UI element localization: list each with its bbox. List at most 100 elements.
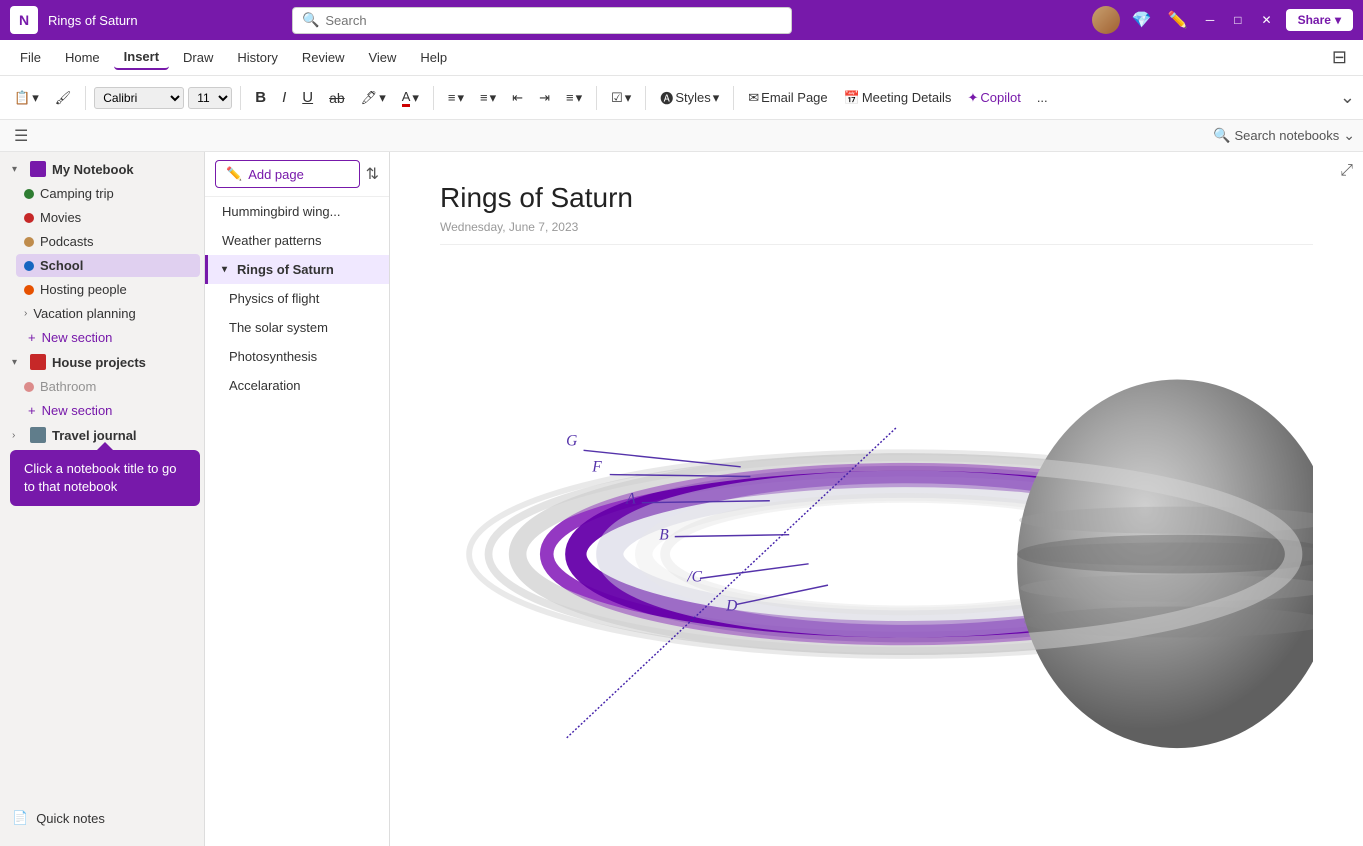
page-item-photosynthesis[interactable]: Photosynthesis — [205, 342, 389, 371]
plus-icon: + — [28, 330, 36, 345]
font-select[interactable]: Calibri — [94, 87, 184, 109]
checkbox-button[interactable]: ☑ ▾ — [605, 86, 637, 110]
bullets-button[interactable]: ≡ ▾ — [442, 86, 470, 110]
menu-insert[interactable]: Insert — [114, 45, 169, 70]
section-school[interactable]: School — [16, 254, 200, 277]
email-page-button[interactable]: ✉ Email Page — [742, 86, 833, 110]
toolbar-collapse-icon[interactable]: ⌄ — [1340, 87, 1355, 107]
font-color-icon: A — [402, 89, 411, 107]
section-camping-trip[interactable]: Camping trip — [16, 182, 200, 205]
bullets-icon: ≡ — [448, 90, 456, 105]
clipboard-chevron: ▾ — [32, 90, 39, 106]
meeting-details-button[interactable]: 📅 Meeting Details — [838, 86, 958, 110]
diamond-icon[interactable]: 💎 — [1128, 8, 1156, 32]
label-d: D — [725, 597, 737, 614]
titlebar: N Rings of Saturn 🔍 💎 ✏️ ─ □ ✕ Share ▾ — [0, 0, 1363, 40]
saturn-svg: G F A B /C D Enke division — [440, 265, 1313, 785]
ribbon-collapse-button[interactable]: ⊟ — [1326, 45, 1353, 70]
indent-less-button[interactable]: ⇤ — [506, 86, 529, 110]
section-vacation[interactable]: › Vacation planning — [16, 302, 200, 325]
menu-history[interactable]: History — [227, 46, 287, 69]
menu-draw[interactable]: Draw — [173, 46, 223, 69]
section-dot-hosting — [24, 285, 34, 295]
notebook-name-house-projects: House projects — [52, 355, 146, 370]
page-item-physics[interactable]: Physics of flight — [205, 284, 389, 313]
page-panel: ✏️ Add page ⇅ Hummingbird wing... Weathe… — [205, 152, 390, 846]
more-button[interactable]: ... — [1031, 86, 1054, 109]
sort-icon[interactable]: ⇅ — [366, 164, 379, 184]
titlebar-right: 💎 ✏️ ─ □ ✕ Share ▾ — [1092, 6, 1353, 34]
close-button[interactable]: ✕ — [1256, 11, 1278, 29]
menu-help[interactable]: Help — [410, 46, 457, 69]
indent-more-button[interactable]: ⇥ — [533, 86, 556, 110]
chevron-down-page-icon: ▾ — [222, 264, 227, 275]
toolbar-sep-1 — [85, 86, 86, 110]
copilot-button[interactable]: ✦ Copilot — [961, 86, 1026, 110]
search-input[interactable] — [292, 7, 792, 34]
section-dot-camping — [24, 189, 34, 199]
maximize-button[interactable]: □ — [1228, 11, 1247, 29]
align-button[interactable]: ≡ ▾ — [560, 86, 588, 110]
label-c: /C — [686, 568, 702, 585]
minimize-button[interactable]: ─ — [1200, 11, 1221, 29]
notebook-name-travel-journal: Travel journal — [52, 428, 137, 443]
format-painter-button[interactable]: 🖌 — [49, 86, 78, 110]
notebook-sections-my-notebook: Camping trip Movies Podcasts School Host… — [0, 182, 204, 325]
clipboard-button[interactable]: 📋 ▾ — [8, 86, 45, 110]
expand-content-icon[interactable]: ⤢ — [1340, 162, 1353, 180]
share-button[interactable]: Share ▾ — [1286, 9, 1353, 31]
label-g: G — [566, 432, 577, 449]
page-list: Hummingbird wing... Weather patterns ▾Ri… — [205, 197, 389, 400]
page-item-solar[interactable]: The solar system — [205, 313, 389, 342]
highlight-icon: 🖊 — [361, 90, 378, 106]
styles-chevron: ▾ — [713, 90, 720, 106]
highlight-chevron: ▾ — [379, 90, 386, 106]
add-page-icon: ✏️ — [226, 166, 242, 182]
page-item-accelaration[interactable]: Accelaration — [205, 371, 389, 400]
section-podcasts[interactable]: Podcasts — [16, 230, 200, 253]
numbering-button[interactable]: ≡ ▾ — [474, 86, 502, 110]
section-label-school: School — [40, 258, 83, 273]
label-a: A — [625, 491, 636, 508]
strikethrough-button[interactable]: ab — [323, 86, 351, 110]
hamburger-icon[interactable]: ☰ — [8, 124, 34, 148]
section-movies[interactable]: Movies — [16, 206, 200, 229]
font-color-chevron: ▾ — [412, 90, 419, 106]
menu-view[interactable]: View — [358, 46, 406, 69]
font-size-select[interactable]: 11 — [188, 87, 232, 109]
c-line — [700, 564, 809, 579]
new-section-button-my-notebook[interactable]: + New section — [20, 326, 200, 349]
italic-button[interactable]: I — [276, 85, 292, 110]
section-label-podcasts: Podcasts — [40, 234, 93, 249]
new-section-button-house[interactable]: + New section — [20, 399, 200, 422]
section-bathroom[interactable]: Bathroom — [16, 375, 200, 398]
notebook-sections-house-projects: Bathroom — [0, 375, 204, 398]
page-item-rings-of-saturn[interactable]: ▾Rings of Saturn — [205, 255, 389, 284]
menu-review[interactable]: Review — [292, 46, 355, 69]
page-item-weather[interactable]: Weather patterns — [205, 226, 389, 255]
menu-file[interactable]: File — [10, 46, 51, 69]
section-hosting[interactable]: Hosting people — [16, 278, 200, 301]
font-color-button[interactable]: A ▾ — [396, 85, 425, 111]
menu-home[interactable]: Home — [55, 46, 110, 69]
page-item-hummingbird[interactable]: Hummingbird wing... — [205, 197, 389, 226]
section-dot-bathroom — [24, 382, 34, 392]
bold-button[interactable]: B — [249, 85, 272, 110]
notebook-header-my-notebook[interactable]: ▾ My Notebook — [4, 157, 200, 181]
add-page-button[interactable]: ✏️ Add page — [215, 160, 360, 188]
page-date: Wednesday, June 7, 2023 — [440, 220, 1313, 245]
quick-notes-icon: 📄 — [12, 810, 28, 826]
quick-notes-button[interactable]: 📄 Quick notes — [4, 804, 194, 832]
page-title[interactable]: Rings of Saturn — [440, 182, 1313, 214]
notebook-header-house-projects[interactable]: ▾ House projects — [4, 350, 200, 374]
expand-notebooks-icon[interactable]: ⌄ — [1343, 127, 1355, 144]
search-icon: 🔍 — [302, 12, 319, 29]
g-line — [584, 450, 741, 466]
highlight-button[interactable]: 🖊 ▾ — [355, 86, 392, 110]
avatar — [1092, 6, 1120, 34]
search-bar: 🔍 — [292, 7, 792, 34]
styles-button[interactable]: 🅐 Styles ▾ — [654, 84, 725, 111]
new-section-label: New section — [42, 330, 113, 345]
underline-button[interactable]: U — [296, 85, 319, 110]
pen-icon[interactable]: ✏️ — [1164, 8, 1192, 32]
